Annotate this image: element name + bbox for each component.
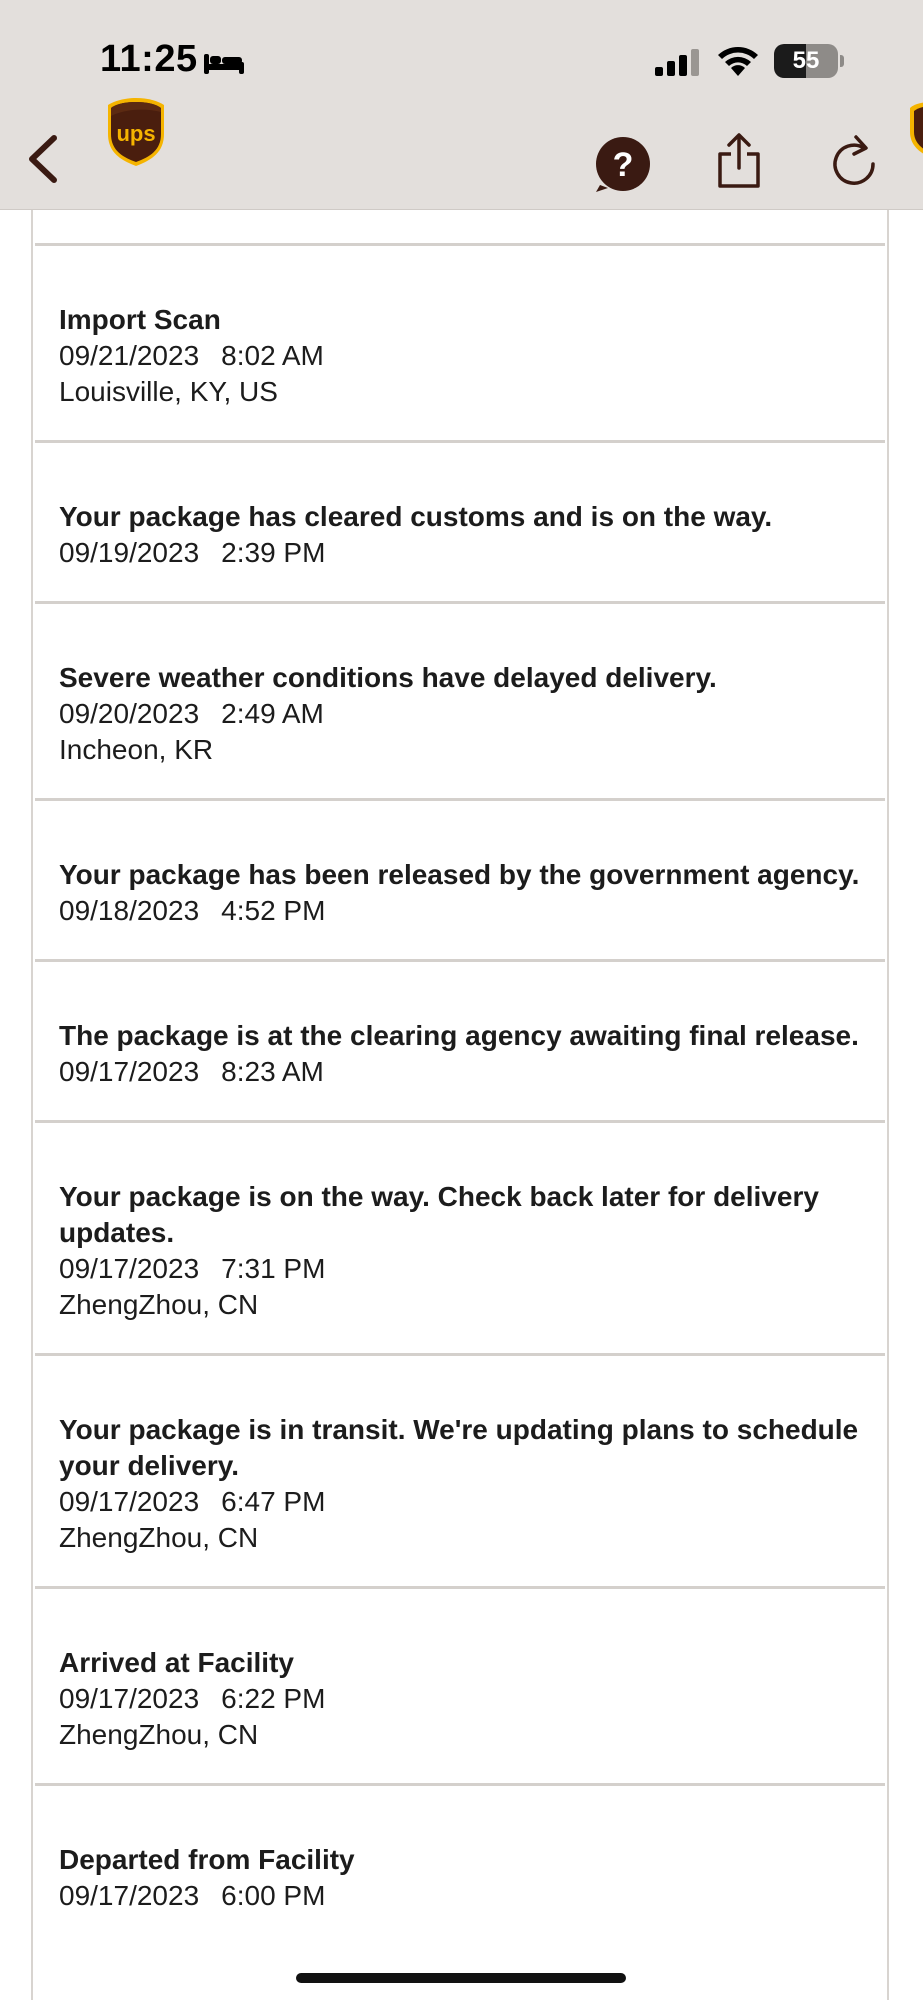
activity-time: 6:00 PM — [221, 1880, 326, 1911]
activity-item: Departed from Facility 09/17/2023 6:00 PM — [33, 1786, 887, 1944]
activity-datetime: 09/17/2023 6:22 PM — [59, 1681, 861, 1717]
activity-status: Departed from Facility — [59, 1844, 355, 1875]
share-button[interactable] — [714, 132, 764, 190]
activity-list: Import Scan 09/21/2023 8:02 AM Louisville… — [33, 180, 887, 1944]
activity-datetime: 09/17/2023 7:31 PM — [59, 1251, 861, 1287]
wifi-icon — [718, 47, 758, 76]
activity-datetime: 09/18/2023 4:52 PM — [59, 893, 861, 929]
activity-date: 09/17/2023 — [59, 1683, 200, 1714]
activity-date: 09/17/2023 — [59, 1056, 200, 1087]
activity-time: 4:52 PM — [221, 895, 326, 926]
activity-datetime: 09/20/2023 2:49 AM — [59, 696, 861, 732]
activity-item: Your package is in transit. We're updati… — [33, 1356, 887, 1586]
activity-time: 7:31 PM — [221, 1253, 326, 1284]
activity-item: Import Scan 09/21/2023 8:02 AM Louisville… — [33, 246, 887, 440]
activity-date: 09/18/2023 — [59, 895, 200, 926]
status-time: 11:25 — [100, 38, 198, 80]
activity-datetime: 09/17/2023 6:00 PM — [59, 1878, 861, 1914]
battery-indicator: 55 — [774, 44, 844, 78]
activity-date: 09/17/2023 — [59, 1253, 200, 1284]
activity-time: 8:02 AM — [221, 340, 324, 371]
activity-datetime: 09/19/2023 2:39 PM — [59, 535, 861, 571]
help-button[interactable]: ? — [594, 135, 652, 193]
activity-status: Your package has been released by the go… — [59, 859, 860, 890]
activity-datetime: 09/17/2023 8:23 AM — [59, 1054, 861, 1090]
activity-item: Your package is on the way. Check back l… — [33, 1123, 887, 1353]
svg-text:ups: ups — [116, 121, 155, 146]
activity-item: Arrived at Facility 09/17/2023 6:22 PM Zh… — [33, 1589, 887, 1783]
svg-text:?: ? — [613, 146, 634, 184]
activity-time: 6:47 PM — [221, 1486, 326, 1517]
activity-location: Incheon, KR — [59, 734, 214, 765]
activity-date: 09/21/2023 — [59, 340, 200, 371]
activity-time: 2:39 PM — [221, 537, 326, 568]
tracking-activity-card: Import Scan 09/21/2023 8:02 AM Louisville… — [31, 180, 889, 2000]
activity-status: Your package has cleared customs and is … — [59, 501, 773, 532]
activity-status: Import Scan — [59, 304, 221, 335]
activity-item: Your package has been released by the go… — [33, 801, 887, 959]
activity-status: Arrived at Facility — [59, 1647, 294, 1678]
activity-status: The package is at the clearing agency aw… — [59, 1020, 859, 1051]
activity-location: ZhengZhou, CN — [59, 1522, 259, 1553]
sleep-focus-icon — [204, 54, 244, 74]
tracking-page: 11:25 55 ups ? Import Scan 09/21/2023 8:… — [0, 0, 923, 2000]
activity-item: Your package has cleared customs and is … — [33, 443, 887, 601]
activity-date: 09/20/2023 — [59, 698, 200, 729]
cellular-signal-icon — [655, 49, 699, 76]
activity-status: Severe weather conditions have delayed d… — [59, 662, 717, 693]
activity-status: Your package is on the way. Check back l… — [59, 1181, 819, 1248]
activity-time: 6:22 PM — [221, 1683, 326, 1714]
activity-status: Your package is in transit. We're updati… — [59, 1414, 859, 1481]
top-bar: 11:25 55 ups ? — [0, 0, 923, 210]
activity-date: 09/17/2023 — [59, 1486, 200, 1517]
activity-item: The package is at the clearing agency aw… — [33, 962, 887, 1120]
home-indicator[interactable] — [296, 1973, 626, 1983]
ups-logo-partial-icon — [910, 102, 923, 154]
activity-item: Severe weather conditions have delayed d… — [33, 604, 887, 798]
activity-location: ZhengZhou, CN — [59, 1719, 259, 1750]
battery-level: 55 — [792, 47, 820, 74]
activity-datetime: 09/17/2023 6:47 PM — [59, 1484, 861, 1520]
activity-date: 09/17/2023 — [59, 1880, 200, 1911]
activity-datetime: 09/21/2023 8:02 AM — [59, 338, 861, 374]
ups-logo-icon: ups — [108, 98, 164, 166]
back-button[interactable] — [18, 132, 70, 186]
refresh-button[interactable] — [828, 132, 880, 188]
activity-location: Louisville, KY, US — [59, 376, 278, 407]
activity-location: ZhengZhou, CN — [59, 1289, 259, 1320]
activity-time: 8:23 AM — [221, 1056, 324, 1087]
activity-time: 2:49 AM — [221, 698, 324, 729]
activity-date: 09/19/2023 — [59, 537, 200, 568]
